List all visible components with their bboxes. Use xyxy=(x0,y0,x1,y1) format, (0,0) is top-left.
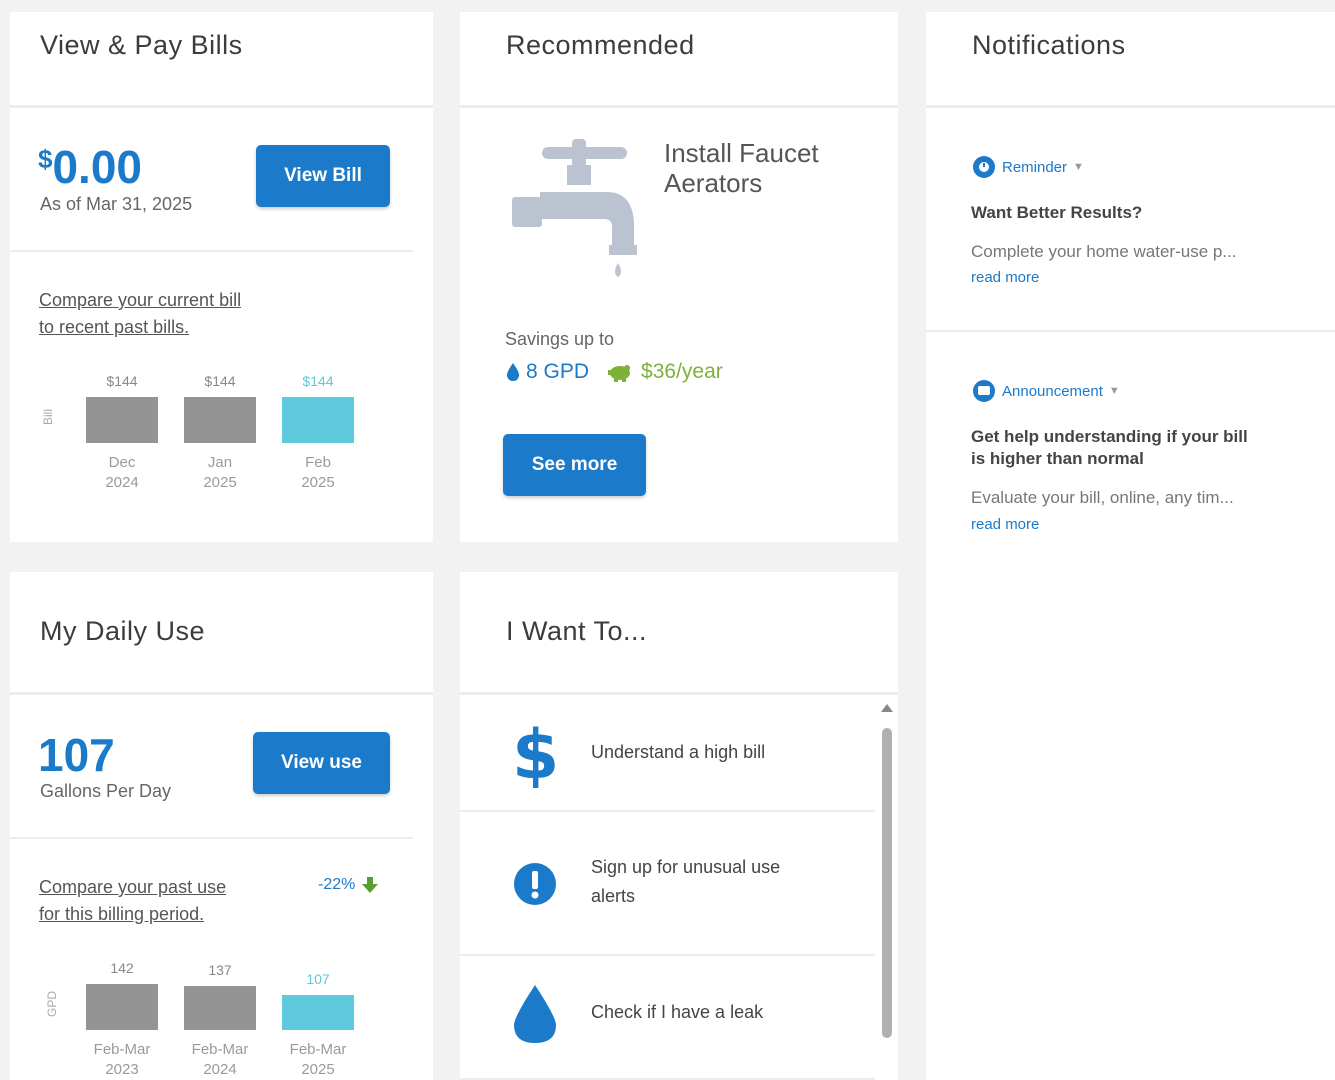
chart-bar xyxy=(282,397,354,443)
divider xyxy=(10,105,433,108)
scrollbar[interactable] xyxy=(880,696,896,1080)
chart-value-label: 107 xyxy=(306,971,330,987)
divider xyxy=(926,330,1335,332)
chart-category-label: Feb 2025 xyxy=(301,454,335,491)
see-more-button[interactable]: See more xyxy=(503,434,646,496)
want-item-label: Check if I have a leak xyxy=(591,1002,764,1022)
bill-amount: $0.00 xyxy=(38,141,142,193)
notification-heading: Get help understanding if your bill is h… xyxy=(971,427,1248,468)
chart-bar xyxy=(184,397,256,443)
daily-use-unit: Gallons Per Day xyxy=(40,781,172,801)
compare-use-link[interactable]: Compare your past use for this billing p… xyxy=(39,874,226,928)
want-item-label: Understand a high bill xyxy=(591,742,766,762)
recommended-card: Recommended Install Faucet Aerators Savi… xyxy=(460,12,898,542)
savings-label: Savings up to xyxy=(505,329,615,349)
divider xyxy=(460,105,898,108)
chevron-down-icon: ▼ xyxy=(1108,385,1120,397)
notification-heading: Want Better Results? xyxy=(971,203,1143,222)
announcement-icon xyxy=(973,380,995,402)
arrow-down-icon xyxy=(362,877,379,893)
divider xyxy=(10,837,413,839)
divider xyxy=(926,105,1335,108)
notifications-title: Notifications xyxy=(972,30,1126,60)
exclamation-icon xyxy=(514,863,556,905)
usage-change: -22% xyxy=(318,876,379,894)
reminder-tag[interactable]: Reminder ▼ xyxy=(972,155,1084,179)
chart-bar xyxy=(86,397,158,443)
notification-body: Evaluate your bill, online, any tim... xyxy=(971,488,1234,507)
want-item-unusual-use-alerts[interactable]: Sign up for unusual use alerts xyxy=(460,814,875,956)
usage-change-value: -22% xyxy=(318,876,356,893)
chart-bar xyxy=(282,995,354,1030)
view-use-button[interactable]: View use xyxy=(253,732,390,794)
divider xyxy=(460,692,898,695)
gpd-axis-label: GPD xyxy=(45,990,60,1018)
chart-category-label: Feb-Mar 2025 xyxy=(289,1041,347,1078)
reminder-icon xyxy=(973,156,995,178)
daily-use-card: My Daily Use 107 Gallons Per Day View us… xyxy=(10,572,433,1080)
scroll-up-arrow[interactable] xyxy=(881,704,893,712)
chart-category-label: Feb-Mar 2024 xyxy=(191,1041,249,1078)
chart-bar xyxy=(184,986,256,1030)
daily-use-chart: 142 Feb-Mar 2023 137 Feb-Mar 2024 107 Feb-Mar 20… xyxy=(86,958,366,1080)
want-item-check-leak[interactable]: Check if I have a leak xyxy=(460,958,875,1080)
compare-bills-link[interactable]: Compare your current bill to recent past… xyxy=(39,287,241,341)
dollar-icon: $ xyxy=(512,716,560,795)
read-more-link[interactable]: read more xyxy=(971,516,1039,533)
faucet-icon xyxy=(512,139,637,277)
divider xyxy=(10,250,413,252)
piggy-bank-icon xyxy=(608,365,631,382)
chart-bar xyxy=(86,984,158,1030)
chart-value-label: $144 xyxy=(106,373,138,389)
chevron-down-icon: ▼ xyxy=(1073,161,1084,173)
savings-money: $36/year xyxy=(641,360,723,383)
chart-value-label: 142 xyxy=(110,960,134,976)
bills-card: View & Pay Bills $0.00 As of Mar 31, 202… xyxy=(10,12,433,542)
water-drop-icon xyxy=(506,363,520,381)
recommendation-title: Install Faucet Aerators xyxy=(664,138,819,198)
bill-axis-label: Bill xyxy=(41,408,56,426)
want-item-high-bill[interactable]: $ Understand a high bill xyxy=(460,696,875,812)
chart-value-label: $144 xyxy=(204,373,236,389)
i-want-to-card: I Want To... $ Understand a high bill Si… xyxy=(460,572,898,1080)
chart-category-label: Dec 2024 xyxy=(105,454,139,491)
notifications-card: Notifications Reminder ▼ Want Better Res… xyxy=(926,12,1335,1080)
daily-use-title: My Daily Use xyxy=(40,616,206,646)
chart-category-label: Jan 2025 xyxy=(203,454,237,491)
savings-values: 8 GPD $36/year xyxy=(506,360,723,384)
chart-value-label: 137 xyxy=(208,962,232,978)
want-item-label: Sign up for unusual use alerts xyxy=(591,857,781,906)
announcement-tag[interactable]: Announcement ▼ xyxy=(972,379,1120,403)
water-drop-icon xyxy=(514,985,556,1043)
recommended-title: Recommended xyxy=(506,30,695,60)
savings-gpd: 8 GPD xyxy=(526,360,590,383)
chart-category-label: Feb-Mar 2023 xyxy=(93,1041,151,1078)
divider xyxy=(10,692,433,695)
i-want-to-title: I Want To... xyxy=(506,616,648,646)
bill-comparison-chart: $144 Dec 2024 $144 Jan 2025 $144 Feb 2025 xyxy=(86,367,366,517)
daily-use-amount: 107 xyxy=(38,729,115,781)
bill-as-of: As of Mar 31, 2025 xyxy=(40,194,193,214)
bills-title: View & Pay Bills xyxy=(40,30,243,60)
scrollbar-thumb[interactable] xyxy=(882,728,892,1038)
notification-body: Complete your home water-use p... xyxy=(971,242,1237,261)
read-more-link[interactable]: read more xyxy=(971,269,1039,286)
view-bill-button[interactable]: View Bill xyxy=(256,145,390,207)
chart-value-label: $144 xyxy=(302,373,334,389)
